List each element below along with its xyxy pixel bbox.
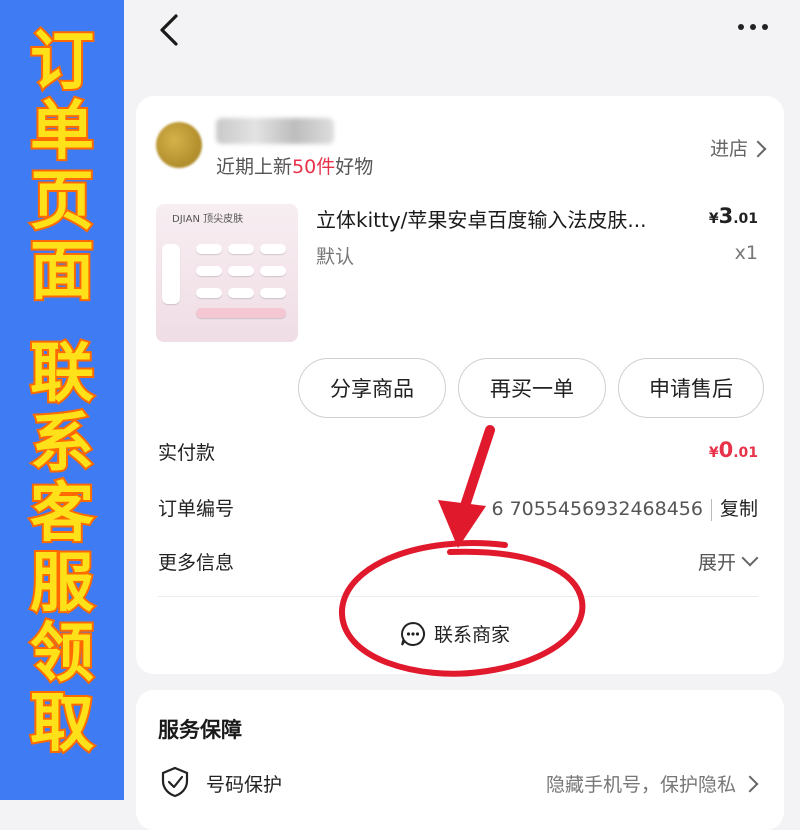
shop-subtitle: 近期上新50件好物 [216, 152, 373, 179]
more-info-label: 更多信息 [158, 552, 235, 574]
order-detail-screen: 近期上新50件好物 进店 DJIAN 顶尖皮肤 立体kitty/苹果安卓百度输入… [124, 0, 800, 830]
service-guarantee-card: 服务保障 号码保护 隐藏手机号，保护隐私 [136, 690, 784, 830]
order-number-row: 6 7055456932468456 复制 [491, 494, 758, 521]
promo-char: 服 [28, 547, 96, 621]
promo-char: 联 [28, 337, 96, 411]
shop-subtitle-prefix: 近期上新 [216, 156, 293, 178]
chevron-right-icon [741, 775, 759, 793]
promo-char: 领 [28, 617, 96, 691]
shop-name-blurred[interactable] [216, 118, 334, 144]
chevron-down-icon [741, 549, 759, 567]
product-spec: 默认 [316, 246, 355, 268]
enter-shop-label: 进店 [709, 138, 748, 160]
promo-char: 单 [28, 95, 96, 169]
price-symbol: ¥ [708, 211, 719, 227]
promo-char: 系 [28, 407, 96, 481]
buy-again-label: 再买一单 [490, 377, 574, 401]
service-guarantee-title: 服务保障 [158, 718, 242, 742]
shop-subtitle-count: 50件 [292, 156, 336, 178]
promo-char: 面 [28, 235, 96, 309]
price-integer: 3 [718, 204, 734, 228]
thumbnail-brand-text: DJIAN 顶尖皮肤 [172, 214, 244, 225]
expand-button[interactable]: 展开 [698, 548, 736, 575]
shop-subtitle-suffix: 好物 [335, 156, 374, 178]
after-sale-button[interactable]: 申请售后 [618, 358, 764, 418]
paid-amount-label: 实付款 [158, 442, 216, 464]
promo-char: 客 [28, 477, 96, 551]
paid-amount-value: ¥0.01 [709, 438, 758, 462]
chat-bubble-icon [401, 621, 425, 646]
promo-char: 订 [28, 25, 96, 99]
order-number-label: 订单编号 [158, 498, 235, 520]
shield-check-icon [161, 766, 189, 798]
paid-decimal: .01 [733, 445, 758, 461]
promo-text-contact-service: 联 系 客 服 领 取 [0, 337, 124, 762]
product-thumbnail[interactable]: DJIAN 顶尖皮肤 [156, 204, 298, 342]
phone-protection-value[interactable]: 隐藏手机号，保护隐私 [546, 770, 736, 797]
contact-merchant-button[interactable]: 联系商家 [400, 620, 510, 647]
share-product-label: 分享商品 [330, 377, 414, 401]
order-card: 近期上新50件好物 进店 DJIAN 顶尖皮肤 立体kitty/苹果安卓百度输入… [136, 96, 784, 674]
paid-symbol: ¥ [708, 445, 719, 461]
back-arrow-icon[interactable] [154, 10, 184, 50]
product-price: ¥3.01 [709, 204, 758, 228]
promo-char: 取 [28, 687, 96, 761]
after-sale-label: 申请售后 [649, 377, 733, 401]
product-quantity: x1 [734, 242, 758, 264]
more-options-icon[interactable] [738, 24, 768, 30]
enter-shop-link[interactable]: 进店 [710, 134, 748, 161]
paid-integer: 0 [718, 438, 734, 462]
share-product-button[interactable]: 分享商品 [298, 358, 446, 418]
copy-button[interactable]: 复制 [720, 498, 758, 520]
promo-char: 页 [28, 165, 96, 239]
phone-protection-label: 号码保护 [206, 774, 283, 796]
section-divider [158, 596, 758, 597]
chevron-right-icon [749, 140, 767, 158]
divider [710, 498, 712, 521]
product-title[interactable]: 立体kitty/苹果安卓百度输入法皮肤... [316, 204, 646, 233]
top-bar [124, 0, 800, 70]
order-number-value: 6 7055456932468456 [491, 498, 703, 520]
price-decimal: .01 [733, 211, 758, 227]
shop-avatar[interactable] [156, 122, 202, 168]
promo-text-order-page: 订 单 页 面 [0, 25, 124, 310]
contact-merchant-label: 联系商家 [434, 624, 511, 646]
buy-again-button[interactable]: 再买一单 [458, 358, 606, 418]
